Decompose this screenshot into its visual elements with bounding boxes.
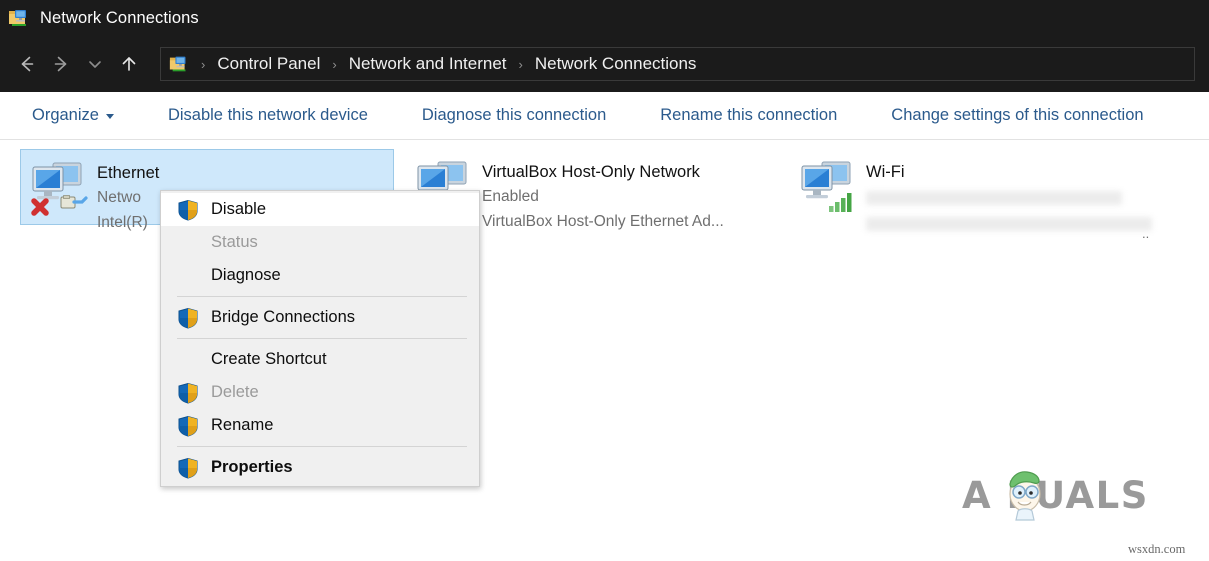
- shield-icon: [177, 307, 199, 329]
- menu-icon-placeholder: [177, 349, 199, 371]
- command-bar: Organize Disable this network device Dia…: [0, 92, 1209, 140]
- menu-item-delete: Delete: [161, 376, 479, 409]
- connection-adapter-ellipsis: ..: [1142, 221, 1209, 246]
- menu-separator: [177, 338, 467, 339]
- menu-item-rename[interactable]: Rename: [161, 409, 479, 442]
- menu-item-create-shortcut[interactable]: Create Shortcut: [161, 343, 479, 376]
- arrow-left-icon[interactable]: [10, 47, 44, 81]
- shield-icon: [177, 415, 199, 437]
- rename-connection-button[interactable]: Rename this connection: [650, 100, 847, 131]
- window-title: Network Connections: [40, 9, 199, 28]
- menu-item-label: Create Shortcut: [211, 350, 327, 369]
- menu-item-label: Status: [211, 233, 258, 252]
- breadcrumb-item-network-and-internet[interactable]: Network and Internet: [343, 54, 513, 74]
- menu-item-bridge-connections[interactable]: Bridge Connections: [161, 301, 479, 334]
- disable-network-device-button[interactable]: Disable this network device: [158, 100, 378, 131]
- connection-adapter: VirtualBox Host-Only Ethernet Ad...: [482, 209, 724, 234]
- chevron-down-icon[interactable]: [78, 47, 112, 81]
- arrow-right-icon[interactable]: [44, 47, 78, 81]
- network-folder-icon: [8, 6, 32, 30]
- breadcrumb[interactable]: › Control Panel › Network and Internet ›…: [160, 47, 1195, 81]
- connection-item-wi-fi[interactable]: Wi-Fi ..: [790, 149, 1180, 225]
- shield-icon: [177, 382, 199, 404]
- connection-name: Ethernet: [97, 161, 159, 185]
- network-connections-window: Network Connections: [0, 0, 1209, 561]
- breadcrumb-separator: ›: [195, 57, 211, 72]
- diagnose-connection-button[interactable]: Diagnose this connection: [412, 100, 616, 131]
- menu-item-label: Delete: [211, 383, 259, 402]
- redacted-status: [866, 191, 1122, 205]
- menu-icon-placeholder: [177, 232, 199, 254]
- connection-adapter: Intel(R): [97, 210, 159, 235]
- signal-bars: [829, 193, 852, 212]
- breadcrumb-separator: ›: [326, 57, 342, 72]
- breadcrumb-separator: ›: [513, 57, 529, 72]
- menu-item-properties[interactable]: Properties: [161, 451, 479, 484]
- menu-item-disable[interactable]: Disable: [161, 193, 479, 226]
- connection-name: VirtualBox Host-Only Network: [482, 160, 724, 184]
- organize-button[interactable]: Organize: [22, 100, 124, 131]
- site-watermark: wsxdn.com: [1128, 542, 1185, 557]
- connection-text-ethernet: Ethernet Netwo Intel(R): [97, 155, 159, 235]
- connection-status: Netwo: [97, 185, 159, 210]
- menu-icon-placeholder: [177, 265, 199, 287]
- ethernet-adapter-icon: [27, 157, 89, 219]
- arrow-up-icon[interactable]: [112, 47, 146, 81]
- connection-name: Wi-Fi: [866, 160, 1166, 184]
- connection-status: Enabled: [482, 184, 724, 209]
- shield-icon: [177, 457, 199, 479]
- connection-text-wifi: Wi-Fi ..: [866, 154, 1166, 256]
- menu-item-label: Diagnose: [211, 266, 281, 285]
- appuals-watermark: A PUALS: [962, 470, 1176, 518]
- menu-item-label: Properties: [211, 458, 293, 477]
- context-menu: Disable Status Diagnose Bridge Connectio…: [160, 190, 480, 487]
- organize-label: Organize: [32, 106, 99, 125]
- connection-text-virtualbox: VirtualBox Host-Only Network Enabled Vir…: [482, 154, 724, 234]
- menu-separator: [177, 446, 467, 447]
- network-folder-icon: [169, 53, 191, 75]
- menu-item-label: Disable: [211, 200, 266, 219]
- change-settings-button[interactable]: Change settings of this connection: [881, 100, 1153, 131]
- redacted-adapter: [866, 217, 1152, 231]
- wifi-adapter-icon: [796, 156, 858, 218]
- title-bar: Network Connections: [0, 0, 1209, 36]
- menu-item-label: Bridge Connections: [211, 308, 355, 327]
- appuals-mascot-icon: [990, 464, 1060, 522]
- menu-separator: [177, 296, 467, 297]
- address-bar: › Control Panel › Network and Internet ›…: [0, 36, 1209, 92]
- breadcrumb-item-control-panel[interactable]: Control Panel: [211, 54, 326, 74]
- shield-icon: [177, 199, 199, 221]
- menu-item-diagnose[interactable]: Diagnose: [161, 259, 479, 292]
- menu-item-status: Status: [161, 226, 479, 259]
- chevron-down-icon: [106, 114, 114, 119]
- menu-item-label: Rename: [211, 416, 273, 435]
- breadcrumb-item-network-connections[interactable]: Network Connections: [529, 54, 703, 74]
